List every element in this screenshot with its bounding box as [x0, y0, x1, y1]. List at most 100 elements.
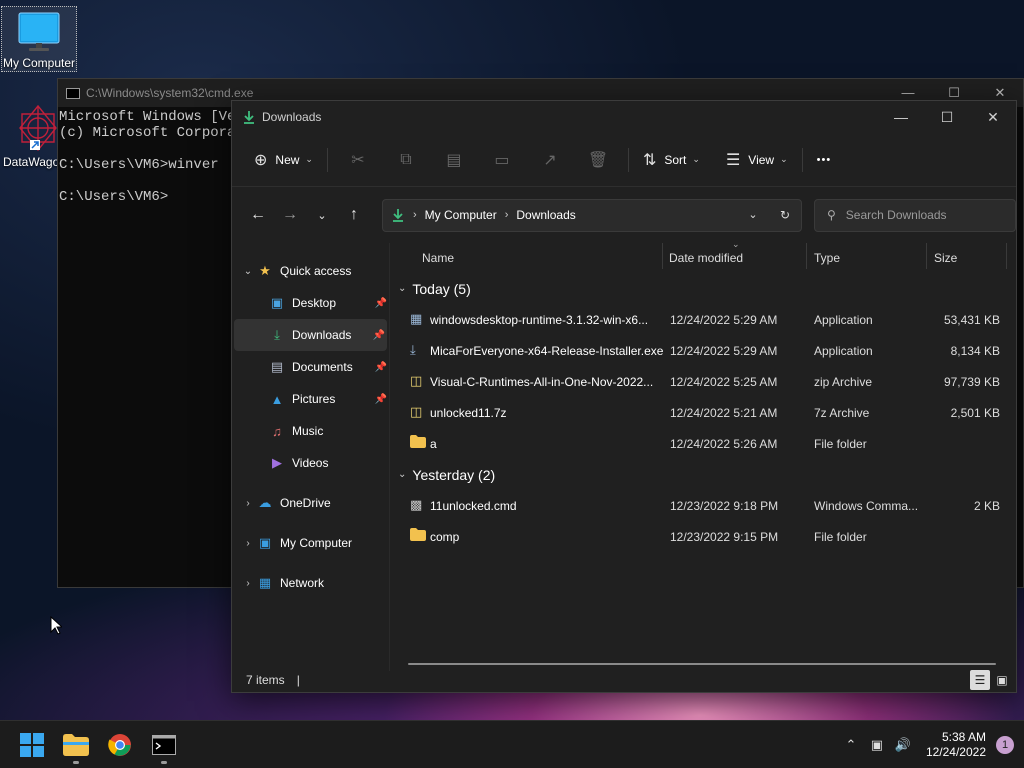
- nav-item-pictures[interactable]: ▲ Pictures 📌: [232, 383, 389, 415]
- terminal-icon: [152, 734, 176, 755]
- chevron-down-icon: ⌄: [692, 154, 700, 164]
- archive-icon: ◫: [410, 373, 423, 388]
- details-view-icon[interactable]: ☰: [970, 670, 990, 690]
- explorer-title: Downloads: [262, 110, 322, 124]
- archive-icon: ◫: [410, 404, 423, 419]
- search-box[interactable]: ⚲ Search Downloads: [814, 198, 1016, 232]
- download-icon: ⤓: [274, 327, 280, 342]
- close-button[interactable]: ✕: [977, 85, 1023, 101]
- file-row[interactable]: comp 12/23/2022 9:15 PM File folder: [390, 521, 1016, 552]
- group-header-today[interactable]: ⌄ Today (5): [390, 273, 1016, 304]
- back-arrow-icon[interactable]: ←: [242, 206, 274, 224]
- windows-logo-icon: [20, 732, 44, 757]
- paste-button[interactable]: ▤: [430, 144, 478, 176]
- taskbar-terminal[interactable]: [142, 723, 186, 767]
- explorer-content: ⌄ ★ Quick access ▣ Desktop 📌 ⤓ Downloads…: [232, 239, 1016, 671]
- nav-network[interactable]: › ▦ Network: [232, 567, 389, 599]
- nav-label: OneDrive: [280, 496, 331, 510]
- nav-label: Desktop: [292, 296, 337, 310]
- minimize-button[interactable]: —: [878, 109, 924, 126]
- nav-item-documents[interactable]: ▤ Documents 📌: [232, 351, 389, 383]
- file-row[interactable]: ▦ windowsdesktop-runtime-3.1.32-win-x6..…: [390, 304, 1016, 335]
- group-label: Today (5): [412, 280, 471, 297]
- file-type: Application: [814, 313, 873, 327]
- share-icon: ↗: [543, 151, 557, 169]
- new-button[interactable]: ⊕ New ⌄: [246, 144, 321, 176]
- copy-button[interactable]: ⧉: [382, 144, 430, 176]
- status-divider: |: [296, 673, 300, 687]
- more-icon: •••: [816, 153, 832, 166]
- tiles-view-icon[interactable]: ▣: [992, 670, 1012, 690]
- folder-icon: [63, 733, 89, 756]
- chevron-right-icon[interactable]: ›: [240, 498, 256, 509]
- divider: [801, 147, 803, 172]
- file-row[interactable]: ⤓ MicaForEveryone-x64-Release-Installer.…: [390, 335, 1016, 366]
- explorer-title-bar[interactable]: Downloads — ☐ ✕: [232, 101, 1016, 133]
- chevron-up-icon[interactable]: ⌃: [838, 737, 864, 753]
- more-options-button[interactable]: •••: [809, 144, 840, 176]
- chevron-down-icon[interactable]: ⌄: [240, 266, 256, 277]
- status-bar: 7 items | ☰ ▣: [232, 668, 1016, 692]
- nav-label: Music: [292, 424, 324, 438]
- minimize-button[interactable]: —: [885, 85, 931, 101]
- taskbar-chrome[interactable]: [98, 723, 142, 767]
- close-button[interactable]: ✕: [970, 109, 1016, 126]
- search-placeholder: Search Downloads: [845, 208, 947, 222]
- share-button[interactable]: ↗: [526, 144, 574, 176]
- file-date: 12/23/2022 9:15 PM: [670, 530, 779, 544]
- chevron-right-icon[interactable]: ›: [240, 578, 256, 589]
- column-header-name[interactable]: Name: [422, 251, 454, 265]
- column-header-date[interactable]: Date modified: [669, 251, 743, 265]
- nav-item-downloads[interactable]: ⤓ Downloads 📌: [234, 319, 387, 351]
- file-name: 11unlocked.cmd: [430, 499, 517, 513]
- file-type: zip Archive: [814, 375, 873, 389]
- monitor-icon: ▣: [258, 535, 272, 550]
- up-arrow-icon[interactable]: ↑: [338, 206, 370, 224]
- nav-item-videos[interactable]: ▶ Videos: [232, 447, 389, 479]
- group-header-yesterday[interactable]: ⌄ Yesterday (2): [390, 459, 1016, 490]
- notification-badge[interactable]: 1: [996, 735, 1014, 754]
- view-button[interactable]: ☰ View ⌄: [718, 144, 796, 176]
- taskbar-file-explorer[interactable]: [54, 723, 98, 767]
- network-icon[interactable]: ▣: [864, 737, 890, 753]
- file-date: 12/24/2022 5:29 AM: [670, 344, 778, 358]
- forward-arrow-icon[interactable]: →: [274, 206, 306, 224]
- music-icon: ♫: [272, 423, 282, 439]
- chevron-right-icon: ›: [413, 209, 417, 221]
- rename-button[interactable]: ▭: [478, 144, 526, 176]
- clock[interactable]: 5:38 AM 12/24/2022: [926, 730, 986, 760]
- volume-icon[interactable]: 🔊: [890, 737, 916, 753]
- nav-item-desktop[interactable]: ▣ Desktop 📌: [232, 287, 389, 319]
- delete-button[interactable]: 🗑: [574, 144, 622, 176]
- plus-circle-icon: ⊕: [254, 151, 268, 169]
- file-row[interactable]: a 12/24/2022 5:26 AM File folder: [390, 428, 1016, 459]
- explorer-window[interactable]: Downloads — ☐ ✕ ⊕ New ⌄ ✂ ⧉ ▤ ▭ ↗ 🗑 ⇅ So…: [231, 100, 1017, 693]
- breadcrumb-item[interactable]: My Computer: [425, 208, 497, 222]
- sort-button[interactable]: ⇅ Sort ⌄: [635, 144, 708, 176]
- horizontal-scrollbar[interactable]: [408, 663, 996, 665]
- column-header-size[interactable]: Size: [934, 251, 957, 265]
- nav-my-computer[interactable]: › ▣ My Computer: [232, 527, 389, 559]
- nav-item-music[interactable]: ♫ Music: [232, 415, 389, 447]
- nav-onedrive[interactable]: › ☁ OneDrive: [232, 487, 389, 519]
- breadcrumb-item[interactable]: Downloads: [516, 208, 575, 222]
- refresh-icon[interactable]: ↻: [769, 208, 801, 222]
- search-icon: ⚲: [827, 208, 836, 222]
- desktop-icon-label: My Computer: [2, 56, 76, 70]
- file-row[interactable]: ◫ unlocked11.7z 12/24/2022 5:21 AM 7z Ar…: [390, 397, 1016, 428]
- desktop-icon-my-computer[interactable]: My Computer: [1, 6, 77, 72]
- chevron-right-icon[interactable]: ›: [240, 538, 256, 549]
- file-row[interactable]: ◫ Visual-C-Runtimes-All-in-One-Nov-2022.…: [390, 366, 1016, 397]
- cut-button[interactable]: ✂: [334, 144, 382, 176]
- file-type: 7z Archive: [814, 406, 870, 420]
- address-bar[interactable]: › My Computer › Downloads ⌄ ↻: [382, 198, 802, 232]
- maximize-button[interactable]: ☐: [931, 85, 977, 101]
- recent-locations-chevron-icon[interactable]: ⌄: [306, 209, 338, 222]
- maximize-button[interactable]: ☐: [924, 109, 970, 126]
- address-dropdown-icon[interactable]: ⌄: [737, 208, 769, 222]
- file-row[interactable]: ▩ 11unlocked.cmd 12/23/2022 9:18 PM Wind…: [390, 490, 1016, 521]
- start-button[interactable]: [10, 723, 54, 767]
- column-header-type[interactable]: Type: [814, 251, 840, 265]
- chevron-down-icon: ⌄: [398, 469, 407, 480]
- nav-quick-access[interactable]: ⌄ ★ Quick access: [232, 255, 389, 287]
